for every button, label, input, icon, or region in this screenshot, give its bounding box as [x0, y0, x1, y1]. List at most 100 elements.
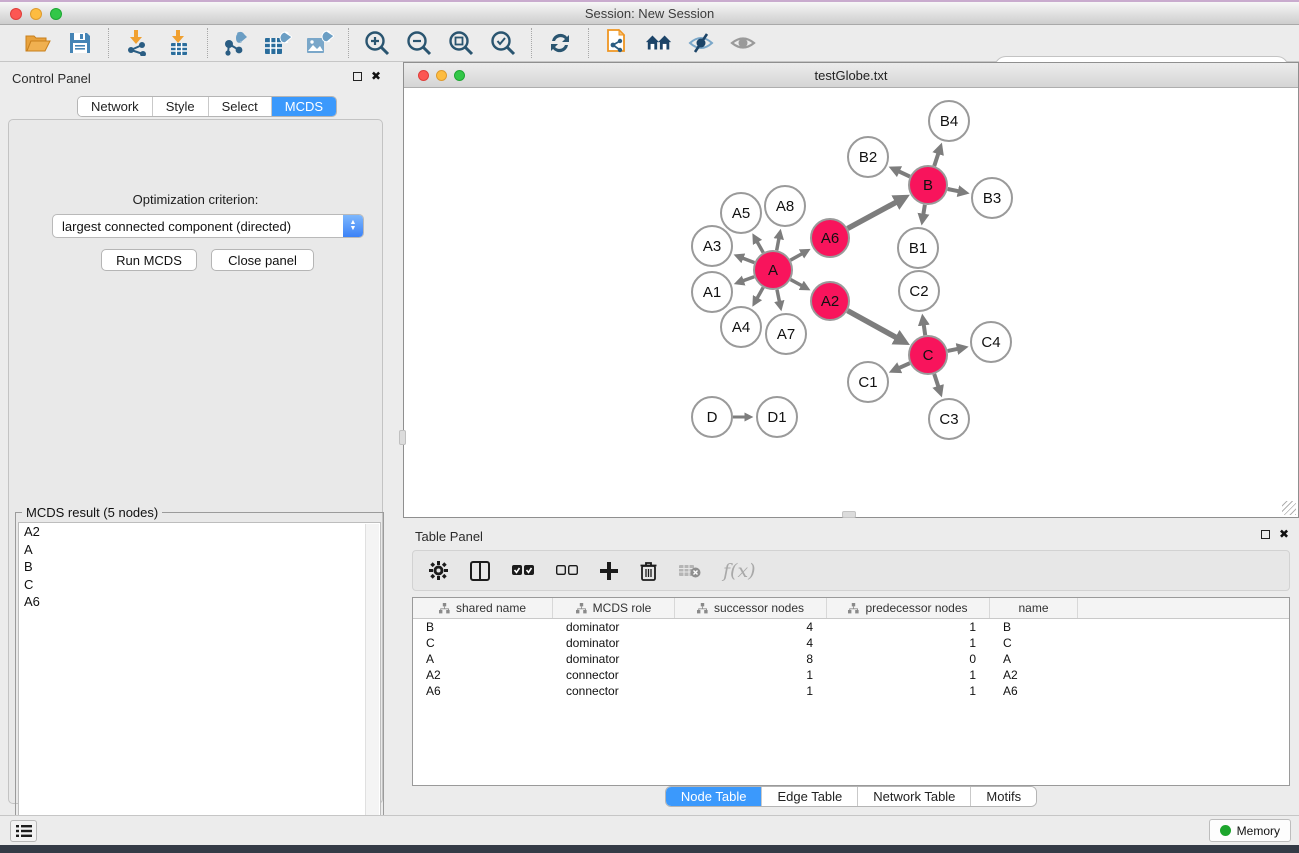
splitter-handle[interactable] [842, 511, 856, 518]
graph-edge-A-A6[interactable] [790, 253, 803, 260]
graph-edge-A-A2[interactable] [791, 280, 804, 287]
column-header-successor-nodes[interactable]: successor nodes [675, 598, 827, 618]
tab-motifs[interactable]: Motifs [971, 787, 1036, 806]
import-network-icon[interactable] [123, 29, 151, 57]
graph-node-C4[interactable]: C4 [971, 322, 1011, 362]
table-cell[interactable]: dominator [553, 651, 675, 667]
zoom-out-icon[interactable] [405, 29, 433, 57]
graph-node-A2[interactable]: A2 [811, 282, 849, 320]
table-row[interactable]: A2connector11A2 [413, 667, 1289, 683]
graph-edge-C-C3[interactable] [934, 374, 939, 388]
table-cell[interactable]: B [413, 619, 553, 635]
graph-node-B2[interactable]: B2 [848, 137, 888, 177]
open-session-icon[interactable] [24, 29, 52, 57]
column-header-name[interactable]: name [990, 598, 1078, 618]
table-cell[interactable]: 1 [827, 635, 990, 651]
export-network-icon[interactable] [222, 29, 250, 57]
table-cell[interactable]: connector [553, 683, 675, 699]
tab-mcds[interactable]: MCDS [272, 97, 336, 116]
table-cell[interactable]: A2 [990, 667, 1078, 683]
column-header-shared-name[interactable]: shared name [413, 598, 553, 618]
graph-node-A5[interactable]: A5 [721, 193, 761, 233]
table-cell[interactable]: 4 [675, 619, 827, 635]
column-layout-icon[interactable] [470, 561, 490, 581]
graph-node-A8[interactable]: A8 [765, 186, 805, 226]
mcds-result-item[interactable]: A [19, 541, 380, 559]
graph-node-A4[interactable]: A4 [721, 307, 761, 347]
table-cell[interactable]: A6 [990, 683, 1078, 699]
table-row[interactable]: Bdominator41B [413, 619, 1289, 635]
table-cell[interactable]: B [990, 619, 1078, 635]
graph-edge-A2-C[interactable] [848, 311, 899, 339]
divider-handle[interactable] [399, 430, 406, 445]
table-row[interactable]: Cdominator41C [413, 635, 1289, 651]
column-header-predecessor-nodes[interactable]: predecessor nodes [827, 598, 990, 618]
zoom-selected-icon[interactable] [489, 29, 517, 57]
optimization-criterion-dropdown[interactable]: largest connected component (directed) ▲… [52, 214, 364, 238]
graph-edge-C-C2[interactable] [924, 323, 926, 335]
table-cell[interactable]: 1 [675, 667, 827, 683]
table-cell[interactable]: dominator [553, 619, 675, 635]
float-table-panel-icon[interactable] [1261, 530, 1270, 539]
graph-edge-B-B3[interactable] [948, 189, 961, 192]
table-cell[interactable]: A [413, 651, 553, 667]
mcds-result-item[interactable]: A2 [19, 523, 380, 541]
graph-edge-A-A5[interactable] [756, 241, 763, 253]
table-row[interactable]: Adominator80A [413, 651, 1289, 667]
tab-network[interactable]: Network [78, 97, 153, 116]
tab-style[interactable]: Style [153, 97, 209, 116]
table-cell[interactable]: A [990, 651, 1078, 667]
table-cell[interactable]: C [990, 635, 1078, 651]
delete-column-icon[interactable] [640, 561, 657, 581]
table-cell[interactable]: 1 [827, 667, 990, 683]
graph-node-B1[interactable]: B1 [898, 228, 938, 268]
graph-edge-A-A3[interactable] [741, 258, 754, 263]
hide-selected-icon[interactable] [687, 29, 715, 57]
network-canvas[interactable]: B4B2BB3A5A8A6A3B1AA1C2A2A4A7C4CC1C3DD1 [405, 89, 1297, 517]
tab-select[interactable]: Select [209, 97, 272, 116]
graph-node-B4[interactable]: B4 [929, 101, 969, 141]
mcds-result-item[interactable]: C [19, 576, 380, 594]
result-list-scrollbar[interactable] [365, 524, 379, 853]
table-cell[interactable]: 1 [675, 683, 827, 699]
tab-node-table[interactable]: Node Table [666, 787, 763, 806]
zoom-fit-icon[interactable] [447, 29, 475, 57]
graph-edge-A-A4[interactable] [756, 287, 763, 299]
deselect-all-rows-icon[interactable] [556, 564, 578, 577]
graph-edge-C-C4[interactable] [948, 349, 960, 351]
table-cell[interactable]: 1 [827, 683, 990, 699]
column-header-MCDS-role[interactable]: MCDS role [553, 598, 675, 618]
graph-node-A3[interactable]: A3 [692, 226, 732, 266]
mcds-result-item[interactable]: A6 [19, 593, 380, 611]
graph-edge-B-B4[interactable] [934, 152, 939, 166]
graph-node-B[interactable]: B [909, 166, 947, 204]
tab-network-table[interactable]: Network Table [858, 787, 971, 806]
graph-edge-C-C1[interactable] [898, 363, 910, 368]
select-all-rows-icon[interactable] [512, 564, 534, 577]
graph-edge-B-B2[interactable] [897, 171, 910, 177]
import-table-icon[interactable] [165, 29, 193, 57]
graph-edge-B-B1[interactable] [923, 205, 925, 216]
gear-icon[interactable] [429, 561, 448, 580]
float-panel-icon[interactable] [353, 72, 362, 81]
graph-node-C[interactable]: C [909, 336, 947, 374]
graph-node-A[interactable]: A [754, 251, 792, 289]
graph-node-A7[interactable]: A7 [766, 314, 806, 354]
close-panel-button[interactable]: Close panel [211, 249, 314, 271]
graph-edge-A-A1[interactable] [742, 277, 754, 281]
graph-node-D1[interactable]: D1 [757, 397, 797, 437]
graph-node-A6[interactable]: A6 [811, 219, 849, 257]
first-neighbors-icon[interactable] [645, 29, 673, 57]
table-cell[interactable]: 8 [675, 651, 827, 667]
mcds-result-item[interactable]: B [19, 558, 380, 576]
table-row[interactable]: A6connector11A6 [413, 683, 1289, 699]
new-network-from-selection-icon[interactable] [603, 29, 631, 57]
show-all-icon[interactable] [729, 29, 757, 57]
graph-node-C1[interactable]: C1 [848, 362, 888, 402]
window-resize-grip[interactable] [1282, 501, 1296, 515]
task-history-button[interactable] [10, 820, 37, 842]
table-cell[interactable]: A6 [413, 683, 553, 699]
refresh-view-icon[interactable] [546, 29, 574, 57]
graph-node-D[interactable]: D [692, 397, 732, 437]
table-cell[interactable]: 1 [827, 619, 990, 635]
